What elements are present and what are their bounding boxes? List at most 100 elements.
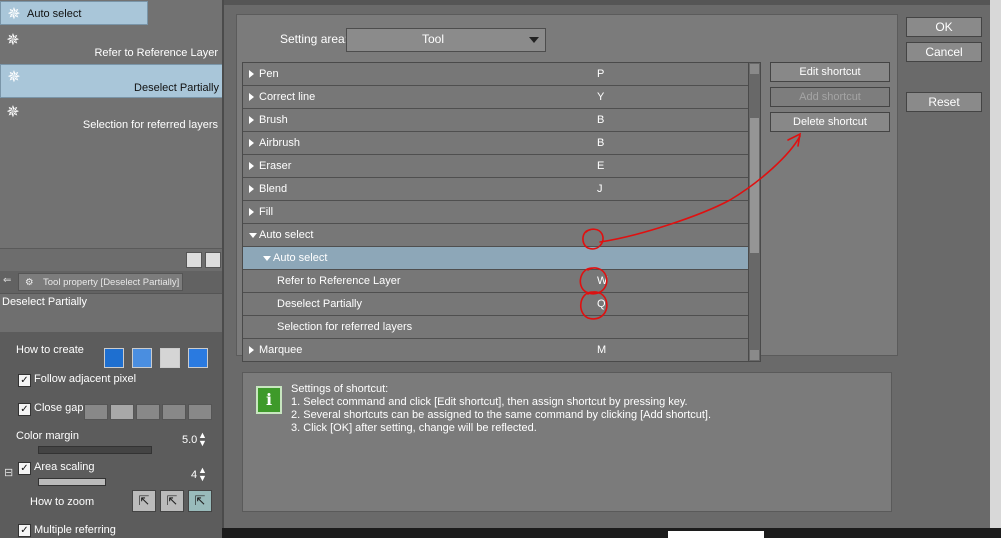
shortcut-row[interactable]: Auto select: [243, 247, 748, 270]
how-to-zoom-label: How to zoom: [30, 496, 95, 508]
subtool-refer-to-reference-layer[interactable]: ✵ Refer to Reference Layer: [0, 28, 222, 62]
settings-icon: ⚙: [25, 277, 34, 288]
close-gap-checkbox[interactable]: ✓: [18, 403, 31, 416]
zoom-mode-2-icon[interactable]: ⇱: [160, 490, 184, 512]
close-gap-label: Close gap: [34, 402, 84, 414]
setting-area-value: Tool: [421, 32, 444, 46]
new-selection-icon[interactable]: [104, 348, 124, 368]
intersect-selection-icon[interactable]: [188, 348, 208, 368]
color-margin-slider[interactable]: [38, 446, 152, 454]
collapse-arrow-icon[interactable]: [249, 139, 254, 147]
subtool-label: Deselect Partially: [134, 82, 219, 94]
chevron-down-icon: [529, 37, 539, 43]
shortcut-key: P: [597, 68, 605, 80]
subtool-label: Selection for referred layers: [82, 119, 218, 131]
subtool-deselect-partially[interactable]: ✵ Deselect Partially: [0, 64, 222, 98]
spin-arrows-icon[interactable]: ▲ ▼: [198, 431, 207, 448]
subtool-list: ✵ Auto select ✵ Refer to Reference Layer…: [0, 0, 222, 248]
add-shortcut-button[interactable]: Add shortcut: [770, 87, 890, 107]
reset-button[interactable]: Reset: [906, 92, 982, 112]
expand-arrow-icon[interactable]: [249, 233, 257, 238]
setting-area-dropdown[interactable]: Tool: [346, 28, 546, 52]
edit-shortcut-button[interactable]: Edit shortcut: [770, 62, 890, 82]
shortcut-key: B: [597, 114, 605, 126]
subtract-selection-icon[interactable]: [160, 348, 180, 368]
gap-level-5[interactable]: [188, 404, 212, 420]
setting-area-label: Setting area:: [280, 32, 349, 46]
add-selection-icon[interactable]: [132, 348, 152, 368]
new-subtool-icon[interactable]: [205, 252, 221, 268]
shortcut-row[interactable]: Deselect Partially Q: [243, 293, 748, 316]
area-scaling-label: Area scaling: [34, 461, 95, 473]
delete-shortcut-button[interactable]: Delete shortcut: [770, 112, 890, 132]
shortcut-command-name: Pen: [259, 68, 279, 80]
shortcut-row[interactable]: Fill: [243, 201, 748, 224]
ok-button[interactable]: OK: [906, 17, 982, 37]
info-icon: i: [256, 386, 282, 414]
shortcut-row[interactable]: Refer to Reference Layer W: [243, 270, 748, 293]
tab-tool-property[interactable]: ⚙ Tool property [Deselect Partially]: [18, 273, 183, 291]
shortcut-key: B: [597, 137, 605, 149]
gap-level-2[interactable]: [110, 404, 134, 420]
scrollbar[interactable]: [748, 63, 760, 361]
follow-adjacent-label: Follow adjacent pixel: [34, 373, 137, 385]
shortcut-row[interactable]: Brush B: [243, 109, 748, 132]
collapse-arrow-icon[interactable]: [249, 93, 254, 101]
subtool-auto-select[interactable]: ✵ Auto select: [0, 1, 148, 25]
shortcut-row[interactable]: Airbrush B: [243, 132, 748, 155]
tool-property-tab-bar: ⇐ ⚙ Tool property [Deselect Partially]: [0, 271, 222, 294]
collapse-arrow-icon[interactable]: [249, 208, 254, 216]
gap-level-4[interactable]: [162, 404, 186, 420]
info-box: i Settings of shortcut: 1. Select comman…: [242, 372, 892, 512]
canvas-edge: [990, 0, 1001, 538]
shortcut-command-name: Brush: [259, 114, 288, 126]
collapse-arrow-icon[interactable]: [249, 70, 254, 78]
shortcut-row[interactable]: Eraser E: [243, 155, 748, 178]
follow-adjacent-checkbox[interactable]: ✓: [18, 374, 31, 387]
zoom-mode-1-icon[interactable]: ⇱: [132, 490, 156, 512]
shortcut-command-name: Deselect Partially: [277, 298, 362, 310]
tool-property-panel: How to create ✓ Follow adjacent pixel ✓ …: [0, 332, 222, 538]
color-margin-label: Color margin: [16, 430, 79, 442]
area-scaling-checkbox[interactable]: ✓: [18, 462, 31, 475]
collapse-arrow-icon[interactable]: [249, 116, 254, 124]
shortcut-key: E: [597, 160, 605, 172]
expand-arrow-icon[interactable]: [263, 256, 271, 261]
collapse-arrow-icon[interactable]: [249, 162, 254, 170]
magic-wand-icon: ✵: [7, 6, 21, 23]
shortcut-command-name: Auto select: [259, 229, 314, 241]
scroll-up-icon[interactable]: [750, 64, 759, 74]
multiple-referring-checkbox[interactable]: ✓: [18, 524, 31, 537]
cancel-button[interactable]: Cancel: [906, 42, 982, 62]
shortcut-row[interactable]: Pen P: [243, 63, 748, 86]
shortcut-row[interactable]: Correct line Y: [243, 86, 748, 109]
area-scaling-value[interactable]: 4: [191, 469, 197, 481]
area-scaling-slider[interactable]: [38, 478, 106, 486]
collapse-icon[interactable]: ⊟: [4, 466, 13, 479]
scroll-thumb[interactable]: [750, 118, 759, 253]
shortcut-row[interactable]: Marquee M: [243, 339, 748, 361]
shortcut-row[interactable]: Auto select: [243, 224, 748, 247]
scroll-down-icon[interactable]: [750, 350, 759, 360]
shortcut-row[interactable]: Selection for referred layers: [243, 316, 748, 339]
how-to-create-row: How to create: [0, 340, 222, 368]
copy-subtool-icon[interactable]: [186, 252, 202, 268]
collapse-arrow-icon[interactable]: [249, 346, 254, 354]
area-scaling-row: ⊟ ✓ Area scaling 4 ▲ ▼: [0, 458, 222, 488]
color-margin-value[interactable]: 5.0: [182, 434, 197, 446]
gap-level-1[interactable]: [84, 404, 108, 420]
shortcut-command-name: Auto select: [273, 252, 328, 264]
spin-arrows-icon[interactable]: ▲ ▼: [198, 466, 207, 483]
panel-menu-icon[interactable]: ⇐: [3, 275, 11, 286]
zoom-mode-3-icon[interactable]: ⇱: [188, 490, 212, 512]
dialog-titlebar: [224, 0, 1001, 5]
shortcut-command-name: Fill: [259, 206, 274, 218]
multiple-referring-row: ✓ Multiple referring: [0, 524, 222, 538]
shortcut-key: Q: [597, 298, 606, 310]
collapse-arrow-icon[interactable]: [249, 185, 254, 193]
how-to-create-label: How to create: [16, 344, 84, 356]
subtool-selection-for-referred-layers[interactable]: ✵ Selection for referred layers: [0, 100, 222, 134]
shortcut-row[interactable]: Blend J: [243, 178, 748, 201]
gap-level-3[interactable]: [136, 404, 160, 420]
tool-panel: ✵ Auto select ✵ Refer to Reference Layer…: [0, 0, 222, 538]
